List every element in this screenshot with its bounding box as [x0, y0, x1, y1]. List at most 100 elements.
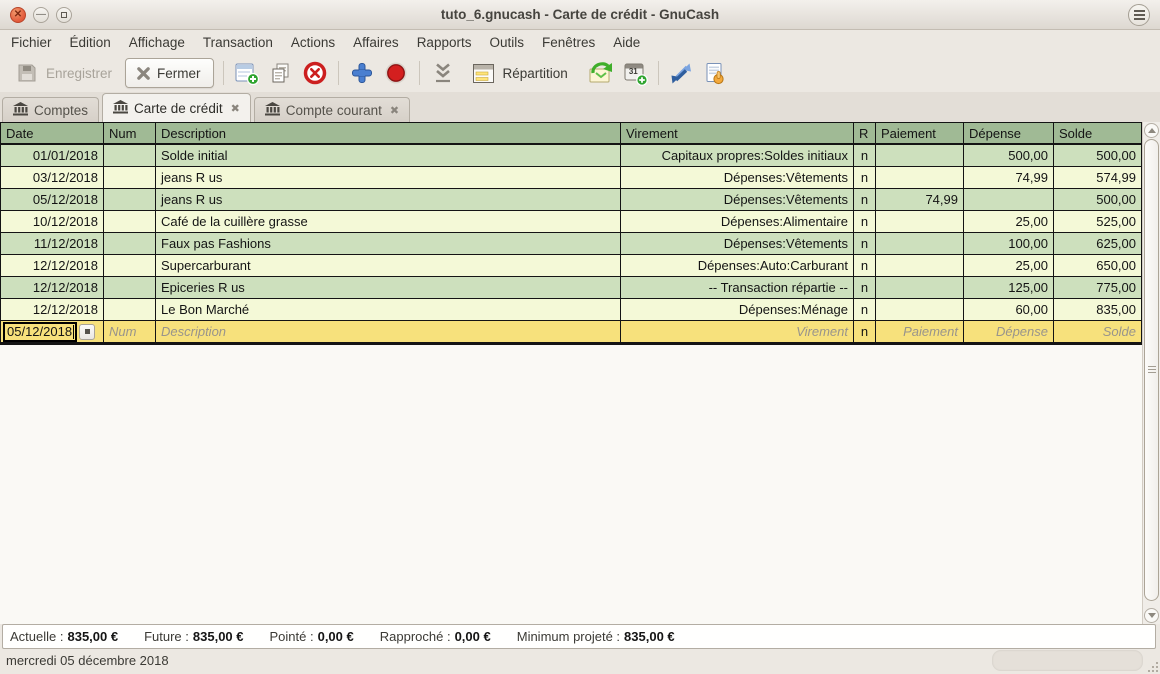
col-header-virement[interactable]: Virement — [621, 123, 854, 143]
cell-virement[interactable]: Capitaux propres:Soldes initiaux — [621, 145, 854, 166]
col-header-num[interactable]: Num — [104, 123, 156, 143]
cell-date[interactable]: 12/12/2018 — [1, 277, 104, 298]
cell-depense[interactable]: 100,00 — [964, 233, 1054, 254]
menu-fichier[interactable]: Fichier — [2, 32, 61, 53]
cell-virement[interactable]: -- Transaction répartie -- — [621, 277, 854, 298]
menu-affichage[interactable]: Affichage — [120, 32, 194, 53]
cell-num[interactable] — [104, 299, 156, 320]
cell-paiement[interactable]: 74,99 — [876, 189, 964, 210]
col-header-date[interactable]: Date — [1, 123, 104, 143]
cell-description[interactable]: Le Bon Marché — [156, 299, 621, 320]
cell-paiement[interactable] — [876, 233, 964, 254]
maximize-window-icon[interactable] — [56, 7, 72, 23]
close-tab-button[interactable]: Fermer — [125, 58, 214, 88]
col-header-r[interactable]: R — [854, 123, 876, 143]
cell-description[interactable]: jeans R us — [156, 167, 621, 188]
cell-num[interactable] — [104, 211, 156, 232]
menu-outils[interactable]: Outils — [480, 32, 533, 53]
cell-depense[interactable]: 25,00 — [964, 255, 1054, 276]
cell-depense[interactable]: 60,00 — [964, 299, 1054, 320]
depense-input[interactable]: Dépense — [964, 321, 1054, 342]
table-row[interactable]: 12/12/2018 Supercarburant Dépenses:Auto:… — [1, 255, 1142, 277]
cell-paiement[interactable] — [876, 255, 964, 276]
menu-actions[interactable]: Actions — [282, 32, 344, 53]
cell-solde[interactable]: 835,00 — [1054, 299, 1142, 320]
cell-paiement[interactable] — [876, 299, 964, 320]
cell-num[interactable] — [104, 277, 156, 298]
minimize-window-icon[interactable]: — — [33, 7, 49, 23]
cell-solde[interactable]: 574,99 — [1054, 167, 1142, 188]
edit-row[interactable]: 05/12/2018 Num Description Virement n Pa… — [1, 321, 1142, 345]
tab-comptes[interactable]: Comptes — [2, 97, 99, 122]
menu-aide[interactable]: Aide — [604, 32, 649, 53]
col-header-paiement[interactable]: Paiement — [876, 123, 964, 143]
cell-reconciled[interactable]: n — [854, 255, 876, 276]
col-header-depense[interactable]: Dépense — [964, 123, 1054, 143]
tab-compte-courant[interactable]: Compte courant ✖ — [254, 97, 410, 122]
cell-description[interactable]: Epiceries R us — [156, 277, 621, 298]
cancel-icon[interactable] — [382, 59, 410, 87]
cell-reconciled[interactable]: n — [854, 299, 876, 320]
table-row[interactable]: 10/12/2018 Café de la cuillère grasse Dé… — [1, 211, 1142, 233]
resize-grip[interactable] — [1148, 662, 1158, 672]
goto-blank-icon[interactable] — [429, 59, 457, 87]
reconciled-input[interactable]: n — [854, 321, 876, 342]
virement-input[interactable]: Virement — [621, 321, 854, 342]
cell-reconciled[interactable]: n — [854, 145, 876, 166]
tab-close-icon[interactable]: ✖ — [388, 104, 399, 117]
cell-solde[interactable]: 500,00 — [1054, 145, 1142, 166]
num-input[interactable]: Num — [104, 321, 156, 342]
cell-reconciled[interactable]: n — [854, 189, 876, 210]
cell-reconciled[interactable]: n — [854, 233, 876, 254]
jump-icon[interactable] — [702, 59, 730, 87]
cell-date[interactable]: 11/12/2018 — [1, 233, 104, 254]
cell-description[interactable]: jeans R us — [156, 189, 621, 210]
enter-icon[interactable] — [348, 59, 376, 87]
scroll-down-icon[interactable] — [1144, 608, 1159, 623]
cell-depense[interactable]: 74,99 — [964, 167, 1054, 188]
cell-virement[interactable]: Dépenses:Vêtements — [621, 189, 854, 210]
cell-reconciled[interactable]: n — [854, 211, 876, 232]
date-input[interactable]: 05/12/2018 — [3, 322, 77, 342]
cell-paiement[interactable] — [876, 145, 964, 166]
cell-num[interactable] — [104, 145, 156, 166]
table-row[interactable]: 03/12/2018 jeans R us Dépenses:Vêtements… — [1, 167, 1142, 189]
close-window-icon[interactable]: ✕ — [10, 7, 26, 23]
schedule-icon[interactable]: 31 — [621, 59, 649, 87]
vertical-scrollbar[interactable] — [1142, 122, 1160, 624]
description-input[interactable]: Description — [156, 321, 621, 342]
col-header-description[interactable]: Description — [156, 123, 621, 143]
cell-paiement[interactable] — [876, 211, 964, 232]
cell-description[interactable]: Supercarburant — [156, 255, 621, 276]
tab-close-icon[interactable]: ✖ — [229, 102, 240, 115]
new-transaction-icon[interactable] — [233, 59, 261, 87]
cell-num[interactable] — [104, 189, 156, 210]
cell-date[interactable]: 12/12/2018 — [1, 255, 104, 276]
menu-fenetres[interactable]: Fenêtres — [533, 32, 604, 53]
cell-date[interactable]: 03/12/2018 — [1, 167, 104, 188]
tab-carte-de-credit[interactable]: Carte de crédit ✖ — [102, 93, 251, 122]
cell-virement[interactable]: Dépenses:Alimentaire — [621, 211, 854, 232]
table-row[interactable]: 11/12/2018 Faux pas Fashions Dépenses:Vê… — [1, 233, 1142, 255]
table-row[interactable]: 05/12/2018 jeans R us Dépenses:Vêtements… — [1, 189, 1142, 211]
cell-virement[interactable]: Dépenses:Ménage — [621, 299, 854, 320]
cell-solde[interactable]: 775,00 — [1054, 277, 1142, 298]
cell-num[interactable] — [104, 167, 156, 188]
split-button[interactable]: Répartition — [463, 55, 575, 91]
cell-description[interactable]: Café de la cuillère grasse — [156, 211, 621, 232]
cell-depense[interactable]: 125,00 — [964, 277, 1054, 298]
cell-solde[interactable]: 625,00 — [1054, 233, 1142, 254]
transfer-icon[interactable] — [668, 59, 696, 87]
cell-description[interactable]: Solde initial — [156, 145, 621, 166]
save-button[interactable]: Enregistrer — [6, 55, 119, 91]
menu-transaction[interactable]: Transaction — [194, 32, 282, 53]
cell-depense[interactable]: 500,00 — [964, 145, 1054, 166]
menu-affaires[interactable]: Affaires — [344, 32, 408, 53]
table-row[interactable]: 12/12/2018 Le Bon Marché Dépenses:Ménage… — [1, 299, 1142, 321]
menu-rapports[interactable]: Rapports — [408, 32, 481, 53]
cell-reconciled[interactable]: n — [854, 167, 876, 188]
cell-depense[interactable]: 25,00 — [964, 211, 1054, 232]
delete-icon[interactable] — [301, 59, 329, 87]
cell-depense[interactable] — [964, 189, 1054, 210]
table-row[interactable]: 12/12/2018 Epiceries R us -- Transaction… — [1, 277, 1142, 299]
